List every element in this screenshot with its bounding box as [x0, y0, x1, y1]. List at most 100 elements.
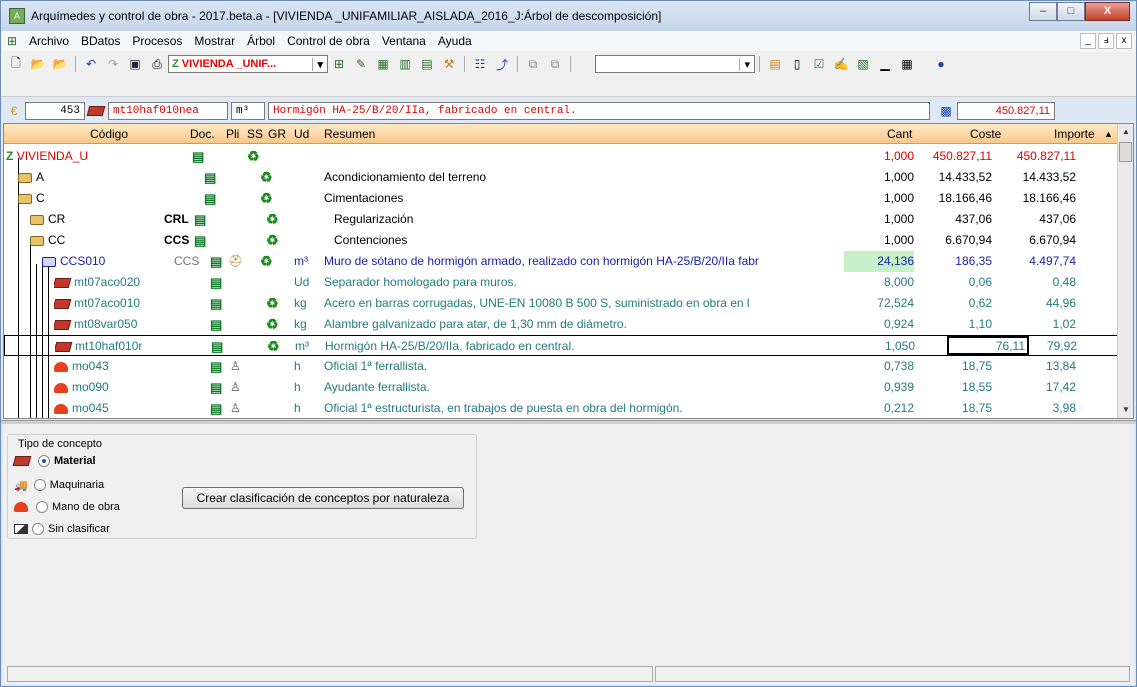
row-coste[interactable]: 18,75 — [914, 398, 992, 418]
app-menu-icon[interactable]: ⊞ — [3, 32, 21, 50]
table-icon[interactable]: ▦ — [898, 55, 916, 73]
table-row[interactable]: CCS010 CCS ▤ ⛑ ♻ m³ Muro de sótano de ho… — [4, 251, 1118, 272]
sort-arrow-icon[interactable]: ▲ — [1104, 124, 1113, 144]
row-cant[interactable]: 1,000 — [844, 209, 914, 230]
labor-icon[interactable] — [54, 403, 68, 414]
open-folder-icon[interactable]: 📂 — [29, 55, 47, 73]
document-icon[interactable]: ▤ — [204, 188, 216, 209]
table-row[interactable]: mt07aco010 ▤ ♻ kg Acero en barras corrug… — [4, 293, 1118, 314]
col-header-pli[interactable]: Pli — [226, 124, 239, 144]
vertical-scrollbar[interactable]: ▲ ▼ — [1117, 124, 1133, 418]
table-row[interactable]: mt07aco020 ▤ Ud Separador homologado par… — [4, 272, 1118, 293]
hammer-icon[interactable]: ⚒ — [440, 55, 458, 73]
concept-unit-field[interactable]: m³ — [231, 102, 265, 120]
gantt-icon[interactable]: ☷ — [471, 55, 489, 73]
table-row[interactable]: CR CRL ▤ ♻ Regularización 1,000 437,06 4… — [4, 209, 1118, 230]
table-row-selected[interactable]: mt10haf010r ▤ ♻ m³ Hormigón HA-25/B/20/I… — [4, 335, 1118, 356]
col-header-importe[interactable]: Importe — [1054, 124, 1095, 144]
new-file-icon[interactable]: 🗋 — [7, 55, 25, 73]
scroll-up-icon[interactable]: ▲ — [1118, 124, 1133, 140]
undo-icon[interactable]: ↶ — [82, 55, 100, 73]
table-row[interactable]: CC CCS ▤ ♻ Contenciones 1,000 6.670,94 6… — [4, 230, 1118, 251]
row-coste[interactable]: 186,35 — [914, 251, 992, 272]
document-icon[interactable]: ▤ — [210, 251, 222, 272]
picture-icon[interactable]: ▩ — [937, 102, 955, 120]
menu-control-de-obra[interactable]: Control de obra — [281, 34, 376, 48]
document-icon[interactable]: ▤ — [210, 314, 222, 335]
material-icon[interactable] — [54, 277, 72, 288]
row-coste[interactable]: 14.433,52 — [914, 167, 992, 188]
scroll-thumb[interactable] — [1119, 142, 1132, 162]
col-header-codigo[interactable]: Código — [90, 124, 128, 144]
labor-icon[interactable] — [54, 382, 68, 393]
document-icon[interactable]: ▤ — [204, 167, 216, 188]
decomposition-tree-grid[interactable]: Código Doc. Pli SS GR Ud Resumen Cant Co… — [3, 123, 1134, 419]
labor-icon[interactable] — [54, 361, 68, 372]
row-cant[interactable]: 1,000 — [844, 146, 914, 167]
calculator-icon[interactable]: ▦ — [374, 55, 392, 73]
paste-icon[interactable]: ⧉ — [546, 55, 564, 73]
row-cant[interactable]: 72,524 — [844, 293, 914, 314]
col-header-ss[interactable]: SS — [247, 124, 263, 144]
mdi-close-button[interactable]: x — [1116, 33, 1132, 49]
row-cant[interactable]: 1,000 — [844, 188, 914, 209]
menu-ayuda[interactable]: Ayuda — [432, 34, 478, 48]
document-icon[interactable]: ▤ — [210, 398, 222, 418]
graph-icon[interactable]: ⤴ — [493, 55, 511, 73]
folder-icon[interactable] — [18, 172, 32, 183]
row-cant[interactable]: 24,136 — [844, 251, 914, 272]
table-row[interactable]: mo090 ▤ ♙ h Ayudante ferrallista. 0,939 … — [4, 377, 1118, 398]
material-icon[interactable] — [54, 298, 72, 309]
chevron-down-icon[interactable]: ▾ — [312, 57, 327, 71]
book-icon[interactable]: ▤ — [418, 55, 436, 73]
col-header-ud[interactable]: Ud — [294, 124, 309, 144]
concept-code-field[interactable]: mt10haf010nea — [108, 102, 228, 120]
row-coste[interactable]: 18,75 — [914, 356, 992, 377]
document-icon[interactable]: ▤ — [210, 272, 222, 293]
minimize-button[interactable]: – — [1029, 2, 1057, 21]
row-coste[interactable]: 450.827,11 — [914, 146, 992, 167]
ruler-icon[interactable]: ▁ — [876, 55, 894, 73]
chevron-down-icon[interactable]: ▾ — [739, 57, 754, 71]
close-button[interactable]: X — [1085, 2, 1130, 21]
row-cant[interactable]: 0,738 — [844, 356, 914, 377]
save-icon[interactable]: ▣ — [126, 55, 144, 73]
project-combo[interactable]: Z VIVIENDA _UNIF... ▾ — [168, 55, 328, 73]
table-row[interactable]: mt08var050 ▤ ♻ kg Alambre galvanizado pa… — [4, 314, 1118, 335]
menu-archivo[interactable]: Archivo — [23, 34, 75, 48]
document-icon[interactable]: ▤ — [194, 209, 206, 230]
col-header-doc[interactable]: Doc. — [190, 124, 215, 144]
row-cant[interactable]: 8,000 — [844, 272, 914, 293]
row-cant[interactable]: 1,000 — [844, 230, 914, 251]
folder-open-icon[interactable] — [18, 193, 32, 204]
table-row[interactable]: Z VIVIENDA_U ▤ ♻ 1,000 450.827,11 450.82… — [4, 146, 1118, 167]
create-classification-button[interactable]: Crear clasificación de conceptos por nat… — [182, 487, 464, 509]
row-cant[interactable]: 1,000 — [844, 167, 914, 188]
menu-mostrar[interactable]: Mostrar — [188, 34, 241, 48]
measure-icon[interactable]: ▤ — [766, 55, 784, 73]
folder-icon[interactable] — [30, 214, 44, 225]
table-row[interactable]: C ▤ ♻ Cimentaciones 1,000 18.166,46 18.1… — [4, 188, 1118, 209]
row-coste[interactable]: 18,55 — [914, 377, 992, 398]
radio-button[interactable] — [38, 455, 50, 467]
document-icon[interactable]: ▤ — [210, 356, 222, 377]
material-icon[interactable] — [55, 341, 73, 352]
edit-icon[interactable]: ✎ — [352, 55, 370, 73]
row-cant[interactable]: 0,212 — [844, 398, 914, 418]
print-icon[interactable]: ⎙ — [148, 55, 166, 73]
document-icon[interactable]: ▤ — [194, 230, 206, 251]
check-icon[interactable]: ☑ — [810, 55, 828, 73]
table-row[interactable]: mo045 ▤ ♙ h Oficial 1ª estructurista, en… — [4, 398, 1118, 418]
open-recent-icon[interactable]: 📂 — [51, 55, 69, 73]
filter-combo[interactable]: ▾ — [595, 55, 755, 73]
row-coste[interactable]: 0,62 — [914, 293, 992, 314]
radio-mano-de-obra[interactable]: Mano de obra — [14, 497, 120, 517]
document-icon[interactable]: ▤ — [192, 146, 204, 167]
document-icon[interactable]: ▤ — [211, 336, 223, 357]
unit-work-icon[interactable] — [42, 256, 56, 267]
pen-icon[interactable]: ✍ — [832, 55, 850, 73]
menu-ventana[interactable]: Ventana — [376, 34, 432, 48]
radio-button[interactable] — [32, 523, 44, 535]
document-icon[interactable]: ▤ — [210, 377, 222, 398]
col-header-gr[interactable]: GR — [268, 124, 286, 144]
